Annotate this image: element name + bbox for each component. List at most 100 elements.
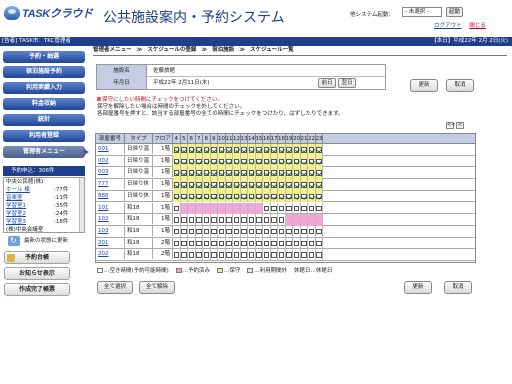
time-slot[interactable] — [278, 167, 286, 180]
slot-checkbox[interactable] — [233, 217, 239, 223]
update-button-top[interactable]: 更新 — [410, 79, 438, 92]
time-slot[interactable] — [188, 190, 196, 203]
slot-checkbox[interactable] — [218, 182, 224, 188]
slot-checkbox[interactable] — [286, 158, 292, 165]
slot-checkbox[interactable] — [301, 147, 307, 153]
slot-checkbox[interactable] — [233, 228, 239, 235]
slot-checkbox[interactable] — [271, 205, 277, 212]
slot-checkbox[interactable] — [271, 182, 277, 188]
slot-checkbox[interactable] — [256, 217, 262, 223]
time-slot[interactable] — [255, 190, 263, 203]
slot-checkbox[interactable] — [173, 193, 179, 200]
time-slot[interactable] — [181, 249, 188, 261]
slot-checkbox[interactable] — [308, 158, 314, 165]
time-slot[interactable] — [248, 167, 256, 180]
slot-checkbox[interactable] — [316, 182, 322, 188]
slot-checkbox[interactable] — [226, 193, 232, 200]
time-slot[interactable] — [218, 167, 226, 180]
slot-checkbox[interactable] — [196, 193, 202, 200]
slot-checkbox[interactable] — [301, 205, 307, 212]
slot-checkbox[interactable] — [226, 240, 232, 247]
slot-checkbox[interactable] — [226, 158, 232, 165]
time-slot[interactable] — [285, 179, 293, 191]
slot-checkbox[interactable] — [263, 147, 269, 153]
slot-checkbox[interactable] — [308, 182, 314, 188]
slot-checkbox[interactable] — [301, 240, 307, 247]
room-number-link[interactable]: 002 — [96, 155, 125, 166]
time-slot[interactable] — [211, 237, 218, 250]
time-slot[interactable] — [301, 225, 308, 238]
time-slot[interactable] — [218, 179, 226, 191]
slot-checkbox[interactable] — [278, 147, 284, 153]
slot-checkbox[interactable] — [218, 158, 224, 165]
slot-checkbox[interactable] — [263, 205, 269, 212]
slot-checkbox[interactable] — [263, 158, 269, 165]
list-item-link[interactable]: 学習室2 — [6, 211, 26, 217]
slot-checkbox[interactable] — [203, 228, 209, 235]
room-number-link[interactable]: 102 — [96, 214, 125, 225]
clear-all-button[interactable]: 全て解除 — [139, 281, 175, 294]
time-slot[interactable] — [173, 167, 181, 180]
nav-admin-menu[interactable]: 管理者メニュー — [3, 146, 89, 158]
slot-checkbox[interactable] — [188, 193, 194, 200]
time-slot[interactable] — [173, 144, 181, 156]
time-slot[interactable] — [240, 179, 248, 191]
slot-checkbox[interactable] — [173, 158, 179, 165]
time-slot[interactable] — [211, 225, 218, 238]
time-slot[interactable] — [255, 144, 263, 156]
time-slot[interactable] — [308, 237, 316, 250]
time-slot[interactable] — [233, 249, 241, 261]
time-slot[interactable] — [300, 190, 308, 203]
select-all-button[interactable]: 全て選択 — [97, 281, 133, 294]
time-slot[interactable] — [226, 237, 233, 250]
time-slot[interactable] — [225, 144, 233, 156]
nav-reservation[interactable]: 予約・抽選 — [3, 51, 85, 63]
crumb-item[interactable]: 宿泊施設 — [212, 47, 234, 53]
slot-checkbox[interactable] — [293, 193, 299, 200]
slot-checkbox[interactable] — [211, 217, 217, 223]
slot-checkbox[interactable] — [271, 193, 277, 200]
time-slot[interactable] — [286, 237, 293, 250]
time-slot[interactable] — [188, 237, 196, 250]
time-slot[interactable] — [195, 190, 203, 203]
time-slot[interactable] — [188, 249, 196, 261]
slot-checkbox[interactable] — [196, 240, 202, 247]
time-slot[interactable] — [315, 155, 323, 168]
slot-checkbox[interactable] — [211, 158, 217, 165]
slot-checkbox[interactable] — [278, 158, 284, 165]
time-slot[interactable] — [308, 202, 316, 215]
time-slot[interactable] — [203, 249, 211, 261]
slot-checkbox[interactable] — [248, 217, 254, 223]
slot-checkbox[interactable] — [271, 240, 277, 247]
slot-checkbox[interactable] — [241, 158, 247, 165]
slot-checkbox[interactable] — [173, 205, 179, 212]
nav-lodging[interactable]: 宿泊施設予約 — [3, 66, 85, 78]
time-slot[interactable] — [241, 237, 248, 250]
time-slot[interactable] — [315, 167, 323, 180]
time-slot[interactable] — [263, 144, 271, 156]
time-slot[interactable] — [203, 167, 211, 180]
time-slot[interactable] — [301, 249, 308, 261]
slot-checkbox[interactable] — [196, 182, 202, 188]
time-slot[interactable] — [233, 167, 241, 180]
time-slot[interactable] — [293, 225, 301, 238]
time-slot[interactable] — [180, 144, 188, 156]
slot-checkbox[interactable] — [278, 170, 284, 176]
slot-checkbox[interactable] — [278, 205, 284, 212]
slot-checkbox[interactable] — [188, 228, 194, 235]
slot-checkbox[interactable] — [218, 147, 224, 153]
slot-checkbox[interactable] — [203, 252, 209, 258]
time-slot[interactable] — [293, 167, 301, 180]
slot-checkbox[interactable] — [181, 252, 187, 258]
room-number-link[interactable]: 888 — [96, 190, 125, 201]
time-slot[interactable] — [271, 237, 278, 250]
slot-checkbox[interactable] — [188, 182, 194, 188]
time-slot[interactable] — [226, 214, 233, 226]
slot-checkbox[interactable] — [271, 228, 277, 235]
time-slot[interactable] — [226, 249, 233, 261]
time-slot[interactable] — [263, 155, 271, 168]
prev-day-button[interactable]: 前日 — [318, 78, 336, 88]
slot-checkbox[interactable] — [241, 240, 247, 247]
slot-checkbox[interactable] — [271, 158, 277, 165]
time-slot[interactable] — [180, 155, 188, 168]
